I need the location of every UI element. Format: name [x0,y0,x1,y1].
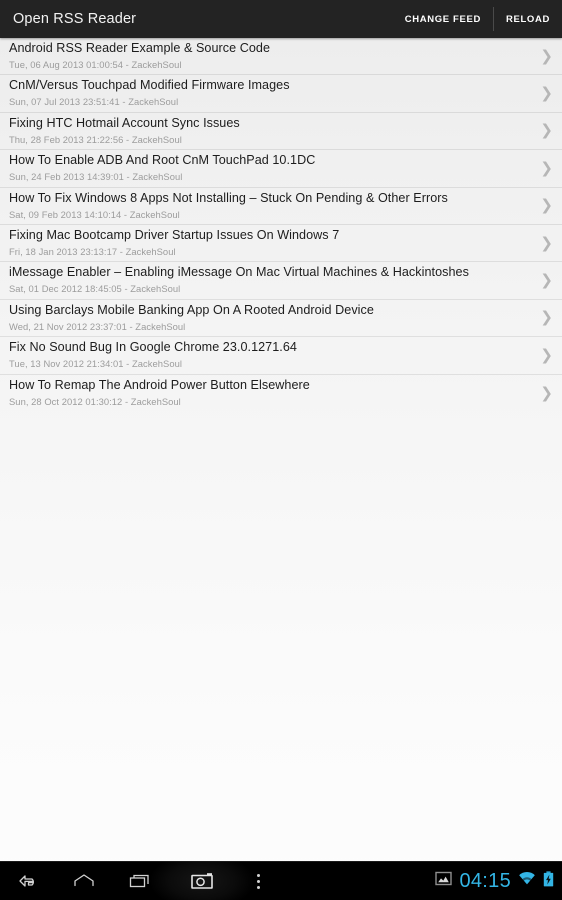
list-item[interactable]: Fixing HTC Hotmail Account Sync Issues T… [0,113,562,151]
list-item-meta: Thu, 28 Feb 2013 21:22:56 - ZackehSoul [9,133,182,145]
chevron-right-icon: ❯ [540,121,553,140]
back-button[interactable] [0,862,56,900]
screenshot-notification-icon[interactable] [435,871,453,891]
list-item[interactable]: Android RSS Reader Example & Source Code… [0,38,562,76]
list-item[interactable]: CnM/Versus Touchpad Modified Firmware Im… [0,75,562,113]
list-item[interactable]: iMessage Enabler – Enabling iMessage On … [0,262,562,300]
list-item[interactable]: How To Enable ADB And Root CnM TouchPad … [0,150,562,188]
list-item-meta: Fri, 18 Jan 2013 23:13:17 - ZackehSoul [9,245,176,257]
chevron-right-icon: ❯ [540,345,553,364]
app-root: Open RSS Reader CHANGE FEED RELOAD Andro… [0,0,562,900]
list-item-meta: Sat, 01 Dec 2012 18:45:05 - ZackehSoul [9,283,181,295]
chevron-right-icon: ❯ [540,196,553,215]
list-item-title: Fixing HTC Hotmail Account Sync Issues [9,115,240,130]
list-item[interactable]: Using Barclays Mobile Banking App On A R… [0,300,562,338]
overflow-menu-button[interactable] [236,862,280,900]
recents-button[interactable] [112,862,168,900]
reload-button[interactable]: RELOAD [494,0,562,38]
home-button[interactable] [56,862,112,900]
list-item-title: iMessage Enabler – Enabling iMessage On … [9,265,469,280]
chevron-right-icon: ❯ [540,158,553,177]
change-feed-button[interactable]: CHANGE FEED [393,0,493,38]
list-item[interactable]: How To Fix Windows 8 Apps Not Installing… [0,188,562,225]
action-bar: Open RSS Reader CHANGE FEED RELOAD [0,0,562,38]
list-item-meta: Sun, 07 Jul 2013 23:51:41 - ZackehSoul [9,96,179,108]
screenshot-button[interactable] [150,862,254,900]
status-clock: 04:15 [459,870,511,892]
page-title: Open RSS Reader [13,11,137,27]
list-item-meta: Wed, 21 Nov 2012 23:37:01 - ZackehSoul [9,320,186,332]
list-item-title: How To Remap The Android Power Button El… [9,377,310,392]
wifi-icon [518,871,536,891]
list-item[interactable]: Fixing Mac Bootcamp Driver Startup Issue… [0,225,562,263]
list-item-title: Fixing Mac Bootcamp Driver Startup Issue… [9,227,340,242]
chevron-right-icon: ❯ [540,308,553,327]
overflow-menu-icon [256,872,260,890]
chevron-right-icon: ❯ [540,46,553,65]
nav-keys [0,862,280,900]
list-item-meta: Tue, 13 Nov 2012 21:34:01 - ZackehSoul [9,358,183,370]
list-item-meta: Sun, 28 Oct 2012 01:30:12 - ZackehSoul [9,395,181,407]
list-item-title: How To Fix Windows 8 Apps Not Installing… [9,190,448,205]
list-item-meta: Sun, 24 Feb 2013 14:39:01 - ZackehSoul [9,171,183,183]
chevron-right-icon: ❯ [540,233,553,252]
list-item-title: How To Enable ADB And Root CnM TouchPad … [9,153,316,168]
list-item-title: Using Barclays Mobile Banking App On A R… [9,302,374,317]
list-item[interactable]: How To Remap The Android Power Button El… [0,375,562,412]
list-item-title: CnM/Versus Touchpad Modified Firmware Im… [9,78,290,93]
list-item-meta: Tue, 06 Aug 2013 01:00:54 - ZackehSoul [9,59,182,70]
back-icon [16,871,40,891]
feed-list[interactable]: Android RSS Reader Example & Source Code… [0,38,562,861]
action-bar-items: CHANGE FEED RELOAD [393,0,562,38]
status-area[interactable]: 04:15 [435,862,554,900]
list-item-title: Fix No Sound Bug In Google Chrome 23.0.1… [9,340,297,355]
recents-icon [127,871,153,891]
chevron-right-icon: ❯ [540,84,553,103]
chevron-right-icon: ❯ [540,383,553,402]
battery-charging-icon [543,870,554,892]
list-item[interactable]: Fix No Sound Bug In Google Chrome 23.0.1… [0,337,562,375]
list-item-title: Android RSS Reader Example & Source Code [9,41,271,55]
home-icon [71,871,97,891]
camera-screenshot-icon [188,870,216,892]
list-item-meta: Sat, 09 Feb 2013 14:10:14 - ZackehSoul [9,208,180,220]
system-navigation-bar: 04:15 [0,861,562,900]
chevron-right-icon: ❯ [540,271,553,290]
